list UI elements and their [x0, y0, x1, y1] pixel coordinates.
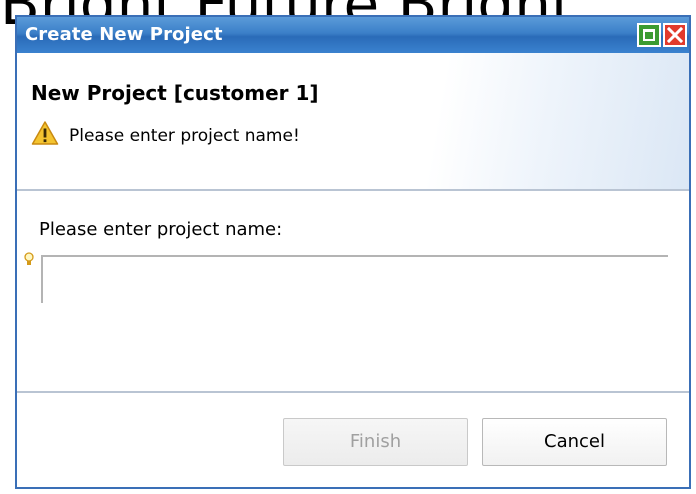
cancel-button[interactable]: Cancel — [482, 418, 667, 466]
maximize-button[interactable] — [637, 23, 661, 47]
close-icon — [666, 26, 684, 44]
button-bar-divider — [17, 391, 689, 393]
window-title: Create New Project — [25, 24, 223, 45]
close-button[interactable] — [663, 23, 687, 47]
validation-message: Please enter project name! — [69, 126, 300, 146]
create-project-dialog: Create New Project New Project [customer… — [15, 15, 691, 489]
dialog-header: New Project [customer 1] Please enter pr… — [17, 53, 689, 191]
title-bar[interactable]: Create New Project — [17, 17, 689, 53]
header-title: New Project [customer 1] — [31, 81, 319, 105]
project-name-label: Please enter project name: — [39, 219, 283, 240]
project-name-input[interactable] — [41, 255, 668, 303]
screen: Bright Future Bright Create New Project … — [0, 0, 696, 494]
finish-button[interactable]: Finish — [283, 418, 468, 466]
maximize-icon — [643, 29, 655, 41]
lightbulb-hint-icon — [23, 252, 35, 272]
warning-icon — [31, 120, 59, 150]
